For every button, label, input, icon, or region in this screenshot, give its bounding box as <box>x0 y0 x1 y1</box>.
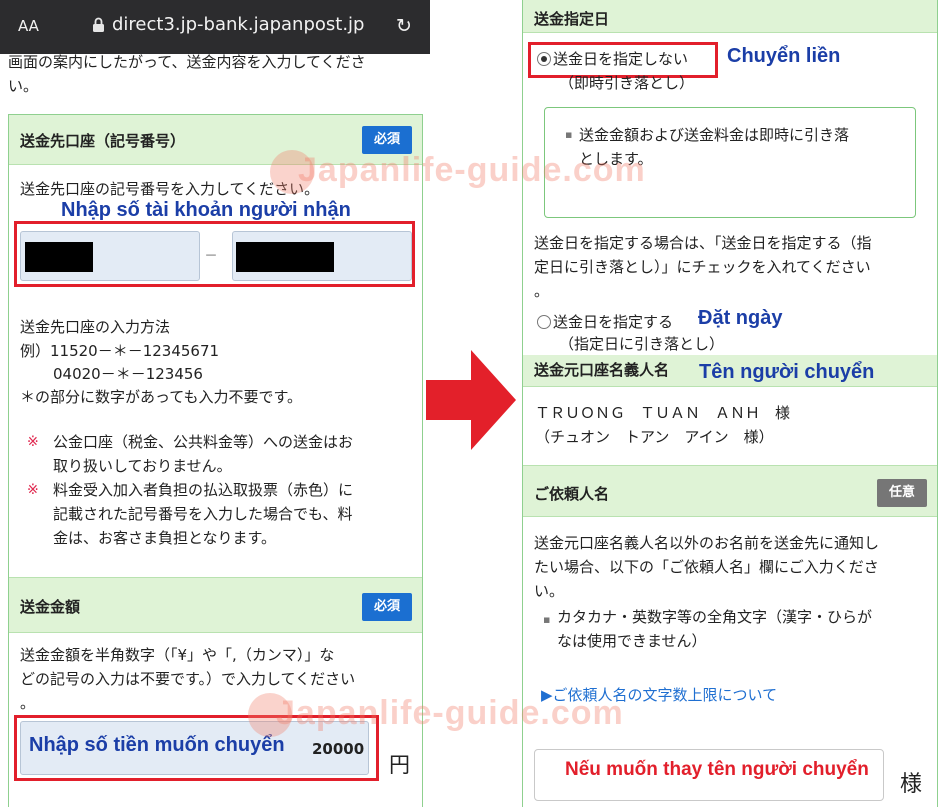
reload-icon[interactable]: ↻ <box>396 15 412 37</box>
note-mark-icon: ※ <box>27 482 39 498</box>
note-line: 記載された記号番号を入力した場合でも、料 <box>53 505 353 523</box>
note-line: 金は、お客さま負担となります。 <box>53 529 277 547</box>
note-line: 公金口座（税金、公共料金等）への送金はお <box>53 433 354 451</box>
method-title: 送金先口座の入力方法 <box>20 318 171 336</box>
redaction-mask <box>236 242 334 272</box>
sender-annotation: Tên người chuyển <box>699 361 875 383</box>
account-separator: – <box>205 240 217 268</box>
amount-annotation: Nhập số tiền muốn chuyển <box>29 734 285 756</box>
requester-annotation: Nếu muốn thay tên người chuyển <box>565 759 869 780</box>
watermark-text: Japanlife-guide.com <box>298 151 646 189</box>
date-section-header: 送金指定日 <box>523 0 937 33</box>
amount-instruction: 送金金額を半角数字（「¥」や「,（カンマ）」な <box>20 646 335 664</box>
requester-section-title: ご依頼人名 <box>534 485 610 503</box>
amount-section-title: 送金金額 <box>20 598 81 616</box>
account-section-title: 送金先口座（記号番号） <box>20 132 186 150</box>
date-explain: 送金日を指定する場合は、「送金日を指定する（指 <box>534 234 872 252</box>
radio-specify-date[interactable] <box>537 315 551 329</box>
example-line: 04020－＊－123456 <box>53 365 203 383</box>
bullet-icon: ▪ <box>543 613 551 626</box>
requester-bullet: なは使用できません） <box>557 632 707 650</box>
example-line: 例）11520－＊－12345671 <box>20 342 220 360</box>
sender-name: ＴＲＵＯＮＧ ＴＵＡＮ ＡＮＨ 様 <box>535 404 791 422</box>
intro-line: 画面の案内にしたがって、送金内容を入力してくださ <box>8 53 366 71</box>
right-arrow-icon <box>426 350 516 450</box>
redaction-mask <box>25 242 93 272</box>
browser-url-bar: AA direct3.jp-bank.japanpost.jp ↻ <box>0 0 430 54</box>
honorific-suffix: 様 <box>900 772 923 797</box>
text-size-button[interactable]: AA <box>18 17 39 35</box>
option-date-label[interactable]: 送金日を指定する <box>553 310 673 334</box>
amount-instruction: どの記号の入力は不要です。）で入力してください <box>20 670 356 688</box>
date-explain: 。 <box>534 282 550 300</box>
watermark-text: Japanlife-guide.com <box>276 694 624 732</box>
option-immediate-label[interactable]: 送金日を指定しない <box>553 47 688 71</box>
sender-section-title: 送金元口座名義人名 <box>534 361 670 379</box>
account-annotation: Nhập số tài khoản người nhận <box>61 199 351 221</box>
required-badge: 必須 <box>362 126 412 154</box>
sender-name-kana: （チュオン トアン アイン 様） <box>535 428 774 446</box>
lock-icon <box>93 17 104 32</box>
currency-label: 円 <box>389 753 410 777</box>
required-badge: 必須 <box>362 593 412 621</box>
date-explain: 定日に引き落とし）」にチェックを入れてください <box>534 258 871 276</box>
example-line: ＊の部分に数字があっても入力不要です。 <box>20 388 303 406</box>
intro-text: 画面の案内にしたがって、送金内容を入力してくださ い。 <box>8 50 418 98</box>
option-immediate-sub: （即時引き落とし） <box>559 74 695 92</box>
transfer-form-panel-right: 送金指定日 送金日を指定しない （即時引き落とし） Chuyển liền ▪ … <box>522 0 938 807</box>
option-date-sub: （指定日に引き落とし） <box>559 335 725 353</box>
note-line: 取り扱いしておりません。 <box>53 457 232 475</box>
requester-section-header: ご依頼人名 任意 <box>523 465 937 517</box>
radio-immediate[interactable] <box>537 52 551 66</box>
amount-instruction: 。 <box>20 694 36 712</box>
date-annotation: Đặt ngày <box>698 307 783 329</box>
requester-desc: 送金元口座名義人名以外のお名前を送金先に通知し <box>534 534 880 552</box>
note-mark-icon: ※ <box>27 434 39 450</box>
amount-value: 20000 <box>312 740 365 758</box>
info-bullet-icon: ▪ <box>565 128 573 141</box>
intro-line: い。 <box>8 77 39 95</box>
url-text[interactable]: direct3.jp-bank.japanpost.jp <box>112 14 364 35</box>
amount-section-header: 送金金額 必須 <box>9 577 422 633</box>
requester-desc: たい場合、以下の「ご依頼人名」欄にご入力くださ <box>534 558 879 576</box>
requester-desc: い。 <box>534 582 565 600</box>
info-line: 送金金額および送金料金は即時に引き落 <box>579 126 850 144</box>
requester-bullet: カタカナ・英数字等の全角文字（漢字・ひらが <box>557 608 873 626</box>
date-section-title: 送金指定日 <box>534 10 610 28</box>
note-line: 料金受入加入者負担の払込取扱票（赤色）に <box>53 481 354 499</box>
immediate-annotation: Chuyển liền <box>727 45 841 67</box>
optional-badge: 任意 <box>877 479 927 507</box>
